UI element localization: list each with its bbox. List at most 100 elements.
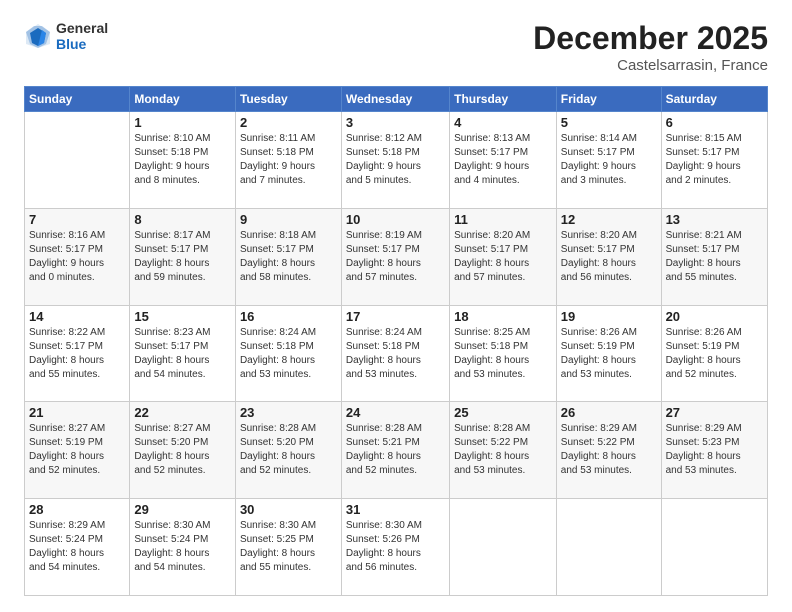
- day-number: 22: [134, 405, 231, 420]
- day-info: Sunrise: 8:30 AM Sunset: 5:25 PM Dayligh…: [240, 519, 337, 575]
- day-number: 18: [454, 309, 552, 324]
- day-number: 19: [561, 309, 657, 324]
- calendar-cell: 27Sunrise: 8:29 AM Sunset: 5:23 PM Dayli…: [661, 402, 767, 499]
- logo-text: General Blue: [56, 20, 108, 52]
- day-number: 8: [134, 212, 231, 227]
- calendar-cell: 11 Sunrise: 8:20 AM Sunset: 5:17 PM Dayli…: [450, 208, 557, 305]
- day-number: 9: [240, 212, 337, 227]
- day-header-tuesday: Tuesday: [235, 87, 341, 112]
- day-info: Sunrise: 8:29 AM Sunset: 5:24 PM Dayligh…: [29, 519, 125, 575]
- day-info: Sunrise: 8:30 AM Sunset: 5:26 PM Dayligh…: [346, 519, 445, 575]
- day-header-sunday: Sunday: [25, 87, 130, 112]
- calendar-cell: 8 Sunrise: 8:17 AM Sunset: 5:17 PM Daylig…: [130, 208, 236, 305]
- calendar-cell: 23 Sunrise: 8:28 AM Sunset: 5:20 PM Dayli…: [235, 402, 341, 499]
- day-info: Sunrise: 8:27 AM Sunset: 5:20 PM Dayligh…: [134, 422, 231, 478]
- day-number: 31: [346, 502, 445, 517]
- day-info: Sunrise: 8:25 AM Sunset: 5:18 PM Dayligh…: [454, 326, 552, 382]
- calendar-cell: 9 Sunrise: 8:18 AM Sunset: 5:17 PM Daylig…: [235, 208, 341, 305]
- day-number: 20: [666, 309, 763, 324]
- day-info: Sunrise: 8:22 AM Sunset: 5:17 PM Dayligh…: [29, 326, 125, 382]
- calendar-cell: 16Sunrise: 8:24 AM Sunset: 5:18 PM Dayli…: [235, 305, 341, 402]
- calendar-cell: 25 Sunrise: 8:28 AM Sunset: 5:22 PM Dayli…: [450, 402, 557, 499]
- day-info: Sunrise: 8:30 AM Sunset: 5:24 PM Dayligh…: [134, 519, 231, 575]
- day-info: Sunrise: 8:29 AM Sunset: 5:23 PM Dayligh…: [666, 422, 763, 478]
- day-info: Sunrise: 8:15 AM Sunset: 5:17 PM Dayligh…: [666, 132, 763, 188]
- logo-icon: [24, 22, 52, 50]
- calendar-cell: 20 Sunrise: 8:26 AM Sunset: 5:19 PM Dayli…: [661, 305, 767, 402]
- calendar-cell: 30Sunrise: 8:30 AM Sunset: 5:25 PM Dayli…: [235, 499, 341, 596]
- day-info: Sunrise: 8:18 AM Sunset: 5:17 PM Dayligh…: [240, 229, 337, 285]
- calendar-cell: [661, 499, 767, 596]
- day-info: Sunrise: 8:16 AM Sunset: 5:17 PM Dayligh…: [29, 229, 125, 285]
- day-number: 13: [666, 212, 763, 227]
- day-info: Sunrise: 8:26 AM Sunset: 5:19 PM Dayligh…: [666, 326, 763, 382]
- day-number: 7: [29, 212, 125, 227]
- calendar-cell: 13 Sunrise: 8:21 AM Sunset: 5:17 PM Dayli…: [661, 208, 767, 305]
- day-header-thursday: Thursday: [450, 87, 557, 112]
- day-number: 23: [240, 405, 337, 420]
- day-info: Sunrise: 8:23 AM Sunset: 5:17 PM Dayligh…: [134, 326, 231, 382]
- day-info: Sunrise: 8:13 AM Sunset: 5:17 PM Dayligh…: [454, 132, 552, 188]
- day-number: 11: [454, 212, 552, 227]
- day-info: Sunrise: 8:27 AM Sunset: 5:19 PM Dayligh…: [29, 422, 125, 478]
- day-info: Sunrise: 8:28 AM Sunset: 5:22 PM Dayligh…: [454, 422, 552, 478]
- day-info: Sunrise: 8:24 AM Sunset: 5:18 PM Dayligh…: [240, 326, 337, 382]
- calendar-cell: 5 Sunrise: 8:14 AM Sunset: 5:17 PM Daylig…: [556, 112, 661, 209]
- logo-blue: Blue: [56, 36, 108, 52]
- logo: General Blue: [24, 20, 108, 52]
- calendar-cell: [25, 112, 130, 209]
- title-block: December 2025 Castelsarrasin, France: [533, 20, 768, 74]
- day-number: 26: [561, 405, 657, 420]
- day-number: 3: [346, 115, 445, 130]
- day-number: 5: [561, 115, 657, 130]
- month-title: December 2025: [533, 20, 768, 57]
- calendar-cell: 4 Sunrise: 8:13 AM Sunset: 5:17 PM Daylig…: [450, 112, 557, 209]
- day-info: Sunrise: 8:28 AM Sunset: 5:21 PM Dayligh…: [346, 422, 445, 478]
- calendar-cell: [450, 499, 557, 596]
- day-number: 24: [346, 405, 445, 420]
- location: Castelsarrasin, France: [533, 57, 768, 74]
- calendar-cell: 19Sunrise: 8:26 AM Sunset: 5:19 PM Dayli…: [556, 305, 661, 402]
- day-number: 4: [454, 115, 552, 130]
- day-number: 15: [134, 309, 231, 324]
- day-info: Sunrise: 8:20 AM Sunset: 5:17 PM Dayligh…: [454, 229, 552, 285]
- calendar-cell: 22 Sunrise: 8:27 AM Sunset: 5:20 PM Dayli…: [130, 402, 236, 499]
- calendar-cell: 12 Sunrise: 8:20 AM Sunset: 5:17 PM Dayli…: [556, 208, 661, 305]
- day-info: Sunrise: 8:11 AM Sunset: 5:18 PM Dayligh…: [240, 132, 337, 188]
- calendar-cell: 31 Sunrise: 8:30 AM Sunset: 5:26 PM Dayli…: [341, 499, 449, 596]
- calendar-cell: 21 Sunrise: 8:27 AM Sunset: 5:19 PM Dayli…: [25, 402, 130, 499]
- calendar-cell: 24 Sunrise: 8:28 AM Sunset: 5:21 PM Dayli…: [341, 402, 449, 499]
- day-info: Sunrise: 8:28 AM Sunset: 5:20 PM Dayligh…: [240, 422, 337, 478]
- calendar-cell: 29Sunrise: 8:30 AM Sunset: 5:24 PM Dayli…: [130, 499, 236, 596]
- calendar-table: SundayMondayTuesdayWednesdayThursdayFrid…: [24, 86, 768, 596]
- day-info: Sunrise: 8:24 AM Sunset: 5:18 PM Dayligh…: [346, 326, 445, 382]
- day-header-saturday: Saturday: [661, 87, 767, 112]
- day-info: Sunrise: 8:21 AM Sunset: 5:17 PM Dayligh…: [666, 229, 763, 285]
- day-info: Sunrise: 8:10 AM Sunset: 5:18 PM Dayligh…: [134, 132, 231, 188]
- day-header-monday: Monday: [130, 87, 236, 112]
- day-number: 28: [29, 502, 125, 517]
- day-number: 2: [240, 115, 337, 130]
- day-number: 17: [346, 309, 445, 324]
- logo-general: General: [56, 20, 108, 36]
- day-info: Sunrise: 8:17 AM Sunset: 5:17 PM Dayligh…: [134, 229, 231, 285]
- calendar-cell: 3 Sunrise: 8:12 AM Sunset: 5:18 PM Daylig…: [341, 112, 449, 209]
- day-number: 12: [561, 212, 657, 227]
- calendar-cell: 6 Sunrise: 8:15 AM Sunset: 5:17 PM Daylig…: [661, 112, 767, 209]
- calendar-cell: 15 Sunrise: 8:23 AM Sunset: 5:17 PM Dayli…: [130, 305, 236, 402]
- day-info: Sunrise: 8:29 AM Sunset: 5:22 PM Dayligh…: [561, 422, 657, 478]
- day-number: 1: [134, 115, 231, 130]
- calendar-cell: 17 Sunrise: 8:24 AM Sunset: 5:18 PM Dayli…: [341, 305, 449, 402]
- day-number: 21: [29, 405, 125, 420]
- day-number: 25: [454, 405, 552, 420]
- day-number: 6: [666, 115, 763, 130]
- page: General Blue December 2025 Castelsarrasi…: [0, 0, 792, 612]
- day-info: Sunrise: 8:12 AM Sunset: 5:18 PM Dayligh…: [346, 132, 445, 188]
- day-info: Sunrise: 8:14 AM Sunset: 5:17 PM Dayligh…: [561, 132, 657, 188]
- day-number: 10: [346, 212, 445, 227]
- calendar-cell: 7 Sunrise: 8:16 AM Sunset: 5:17 PM Daylig…: [25, 208, 130, 305]
- day-header-friday: Friday: [556, 87, 661, 112]
- day-number: 14: [29, 309, 125, 324]
- header: General Blue December 2025 Castelsarrasi…: [24, 20, 768, 74]
- day-info: Sunrise: 8:20 AM Sunset: 5:17 PM Dayligh…: [561, 229, 657, 285]
